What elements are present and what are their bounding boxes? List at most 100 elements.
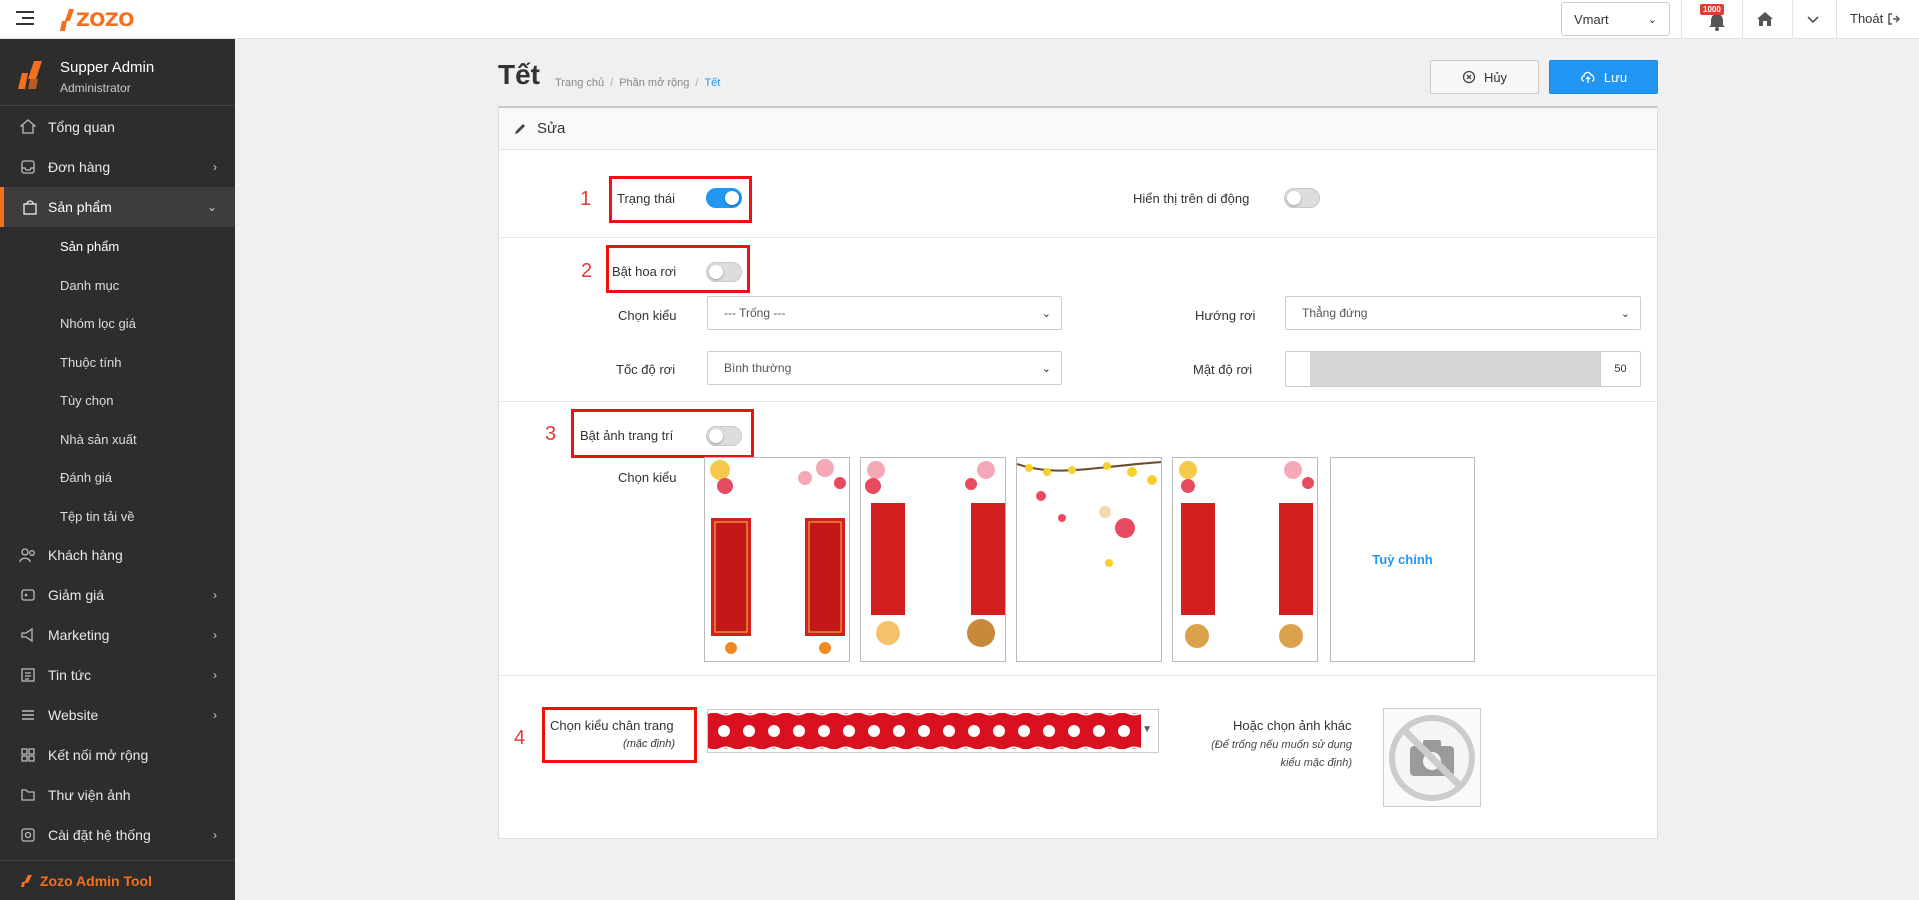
density-slider[interactable]: 50 [1285,351,1641,387]
account-dropdown-button[interactable] [1806,13,1820,28]
speed-select[interactable]: Bình thường ⌄ [707,351,1062,385]
sidebar-item-settings[interactable]: Cài đặt hệ thống › [0,815,235,855]
sidebar-subitem-reviews[interactable]: Đánh giá [60,470,112,485]
style-select-value: --- Trống --- [724,306,786,320]
store-select[interactable]: Vmart ⌄ [1561,2,1670,36]
menu-toggle-icon[interactable] [16,11,34,27]
sidebar-subitem-categories[interactable]: Danh mục [60,278,119,293]
chevron-down-icon: ⌄ [1647,13,1657,26]
footer-pattern-image [708,710,1141,752]
sidebar-item-discounts[interactable]: Giảm giá › [0,575,235,615]
notification-button[interactable]: 1000 [1700,4,1734,34]
annotation-number: 3 [545,423,557,445]
tet-couplets-image [710,459,846,654]
density-track[interactable] [1310,352,1600,386]
logout-label: Thoát [1850,11,1884,26]
sidebar-subitem-downloads[interactable]: Tệp tin tải về [60,509,134,524]
decor-toggle[interactable] [706,426,742,446]
home-button[interactable] [1756,11,1774,30]
sidebar-item-label: Khách hàng [48,547,123,563]
sidebar-subitem-attributes[interactable]: Thuộc tính [60,355,121,370]
apricot-blossom-image [1017,461,1161,567]
home-icon [1757,12,1773,26]
footer-style-select[interactable]: ▼ [707,709,1159,753]
sidebar-item-label: Sản phẩm [48,199,112,215]
divider [499,237,1657,238]
decor-style-option-2[interactable] [860,457,1006,662]
home-icon [20,119,36,134]
annotation-box [542,707,697,763]
footer-sub-label: (mặc định) [623,738,675,750]
sidebar-subitem-products[interactable]: Sản phẩm [60,239,119,254]
tag-icon [21,589,35,601]
admin-tool-link[interactable]: Zozo Admin Tool [0,860,235,900]
divider [1836,0,1837,39]
decor-style-option-1[interactable] [704,457,850,662]
logo[interactable]: ZOZO [60,7,134,33]
sidebar-item-marketing[interactable]: Marketing › [0,615,235,655]
decor-style-label: Chọn kiểu [618,470,677,485]
cancel-icon [1462,70,1476,84]
flower-label: Bật hoa rơi [612,264,677,279]
sidebar-item-website[interactable]: Website › [0,695,235,735]
style-select[interactable]: --- Trống --- ⌄ [707,296,1062,330]
pencil-icon [515,123,525,134]
sidebar-item-customers[interactable]: Khách hàng [0,535,235,575]
breadcrumb-home[interactable]: Trang chủ [555,77,604,89]
decor-custom-option[interactable]: Tuỳ chỉnh [1330,457,1475,662]
brand-avatar-icon [18,61,42,89]
image-picker[interactable] [1383,708,1481,807]
folder-icon [21,789,35,801]
breadcrumb: Trang chủ / Phần mở rộng / Tết [555,77,721,89]
sidebar-item-label: Giảm giá [48,587,105,603]
sidebar-item-orders[interactable]: Đơn hàng › [0,147,235,187]
density-label: Mật độ rơi [1193,362,1253,377]
tet-couplets-monkey-image [865,461,1005,647]
menu-icon [22,710,34,720]
breadcrumb-extensions[interactable]: Phần mở rộng [619,77,689,89]
sidebar-subitem-options[interactable]: Tùy chọn [60,393,113,408]
page-title: Tết [498,59,540,90]
logout-button[interactable]: Thoát [1850,11,1901,26]
decor-style-option-3[interactable] [1016,457,1162,662]
annotation-number: 4 [514,727,526,749]
logout-icon [1888,12,1901,25]
sidebar-subitem-manufacturers[interactable]: Nhà sản xuất [60,432,137,447]
mobile-toggle[interactable] [1284,188,1320,208]
user-role: Administrator [60,81,131,95]
sidebar-item-gallery[interactable]: Thư viện ảnh [0,775,235,815]
sidebar-item-overview[interactable]: Tổng quan [0,107,235,147]
logo-text: ZOZO [76,9,134,31]
sidebar-subitem-price-groups[interactable]: Nhóm lọc giá [60,316,136,331]
top-bar: ZOZO Vmart ⌄ 1000 Thoát [0,0,1919,39]
sidebar-item-label: Tin tức [48,667,92,683]
sidebar: Supper Admin Administrator Tổng quan Đơn… [0,39,235,900]
sidebar-item-label: Kết nối mở rộng [48,747,149,763]
flower-toggle[interactable] [706,262,742,282]
sidebar-item-news[interactable]: Tin tức › [0,655,235,695]
settings-icon [21,828,35,842]
sidebar-item-products[interactable]: Sản phẩm ⌄ [0,187,235,227]
user-name: Supper Admin [60,59,155,76]
annotation-number: 1 [580,188,592,210]
users-icon [19,548,35,563]
panel-title: Sửa [537,120,566,137]
megaphone-icon [21,627,33,643]
mobile-label: Hiển thị trên di động [1133,191,1250,206]
user-panel[interactable]: Supper Admin Administrator [0,39,235,106]
cancel-button[interactable]: Hủy [1430,60,1539,94]
status-toggle[interactable] [706,188,742,208]
other-image-note-1: (Để trống nếu muốn sử dụng [1211,739,1352,751]
sidebar-item-extensions[interactable]: Kết nối mở rộng [0,735,235,775]
direction-select[interactable]: Thẳng đứng ⌄ [1285,296,1641,330]
sidebar-item-label: Cài đặt hệ thống [48,827,151,843]
bag-icon [23,200,37,215]
breadcrumb-current: Tết [704,77,721,89]
brand-small-icon [21,874,32,887]
save-button[interactable]: Lưu [1549,60,1658,94]
save-label: Lưu [1603,69,1628,85]
cloud-upload-icon [1581,71,1595,83]
panel-header: Sửa [499,108,1657,150]
decor-style-option-4[interactable] [1172,457,1318,662]
decor-label: Bật ảnh trang trí [580,428,674,443]
